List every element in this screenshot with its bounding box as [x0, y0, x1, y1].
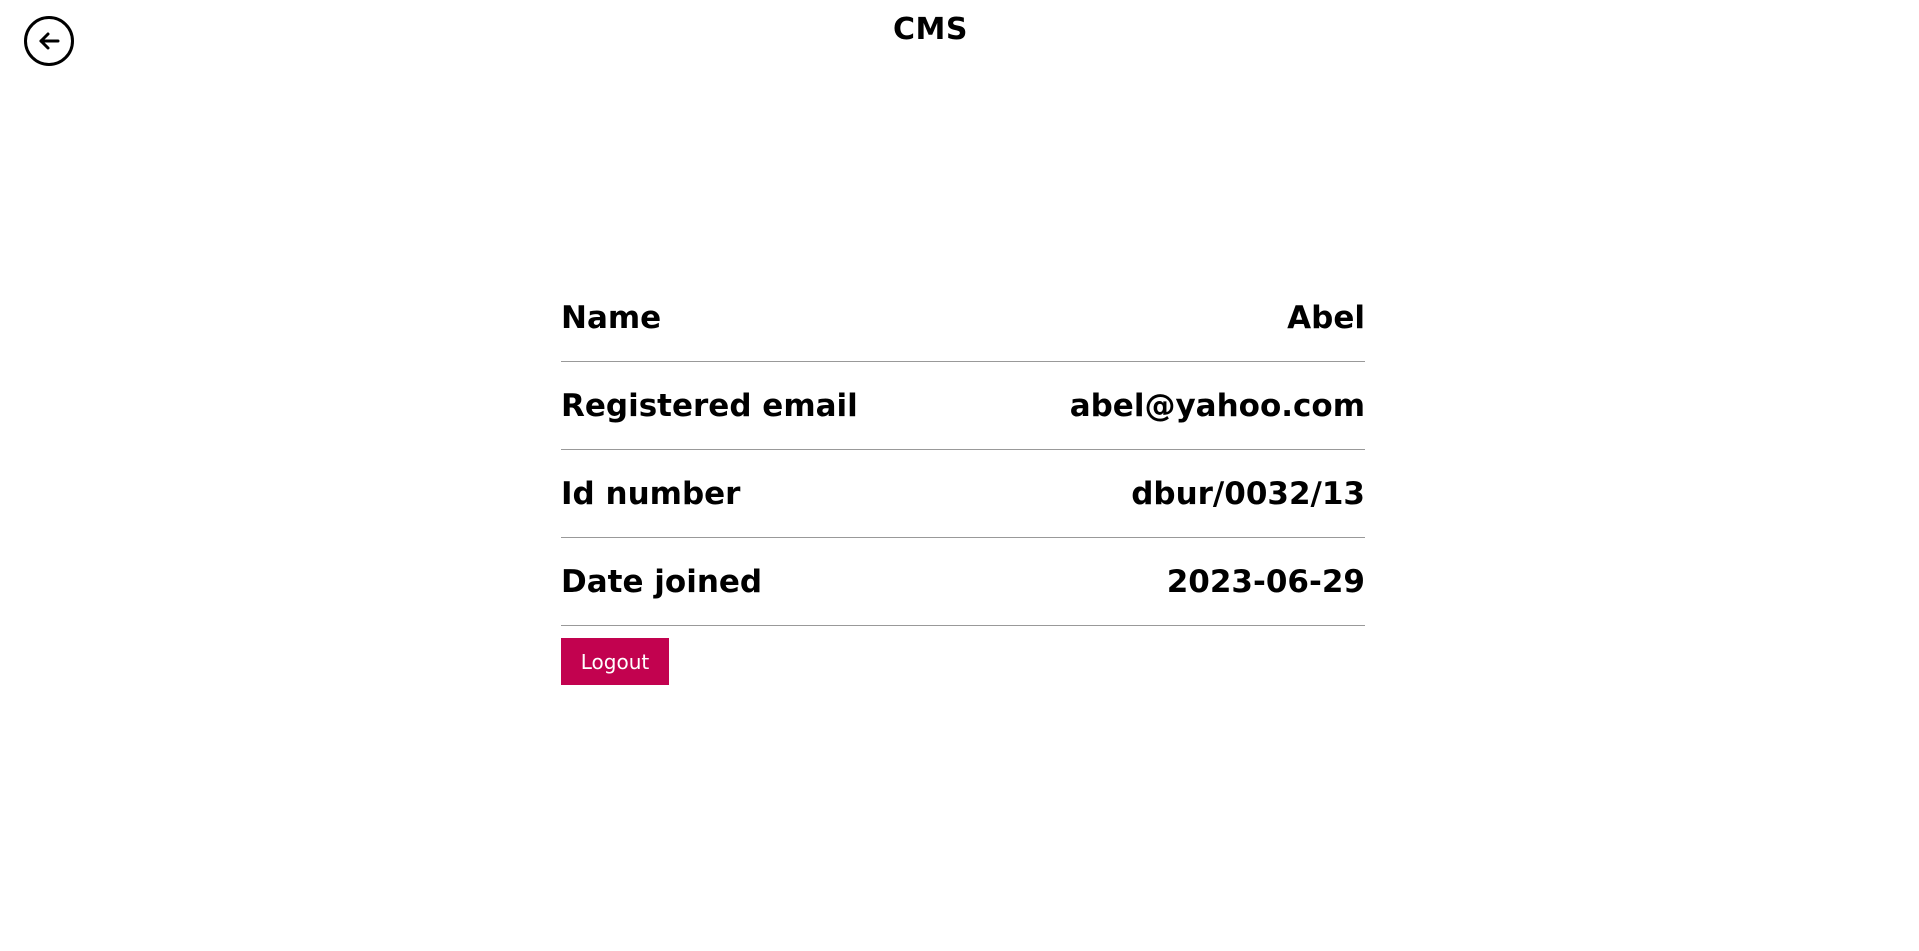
app-header: CMS — [0, 0, 1919, 70]
profile-details: Name Abel Registered email abel@yahoo.co… — [561, 274, 1365, 685]
id-number-label: Id number — [561, 475, 741, 512]
page-title: CMS — [893, 12, 968, 47]
name-label: Name — [561, 299, 662, 336]
logout-button[interactable]: Logout — [561, 638, 669, 685]
profile-row-date-joined: Date joined 2023-06-29 — [561, 538, 1365, 626]
id-number-value: dbur/0032/13 — [1131, 475, 1365, 512]
profile-row-id-number: Id number dbur/0032/13 — [561, 450, 1365, 538]
profile-row-email: Registered email abel@yahoo.com — [561, 362, 1365, 450]
profile-row-name: Name Abel — [561, 274, 1365, 362]
email-label: Registered email — [561, 387, 858, 424]
date-joined-label: Date joined — [561, 563, 763, 600]
name-value: Abel — [1287, 299, 1365, 336]
date-joined-value: 2023-06-29 — [1166, 563, 1365, 600]
email-value: abel@yahoo.com — [1069, 387, 1365, 424]
